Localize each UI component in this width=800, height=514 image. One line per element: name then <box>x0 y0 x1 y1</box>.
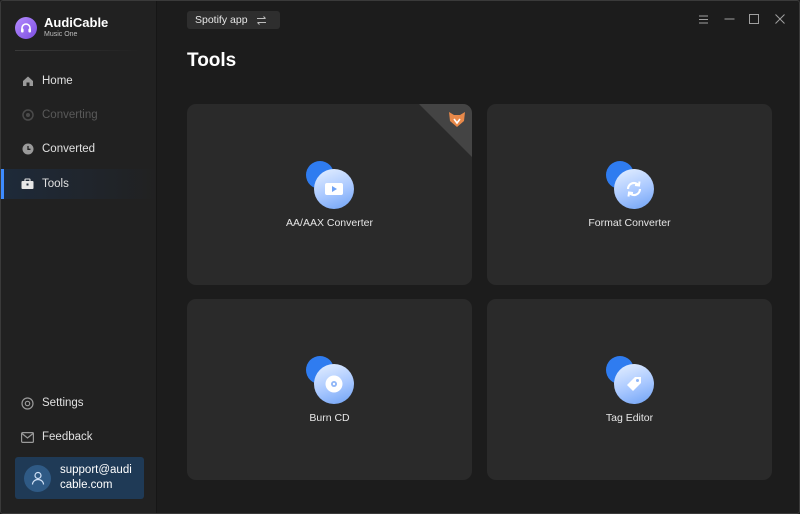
home-icon <box>21 75 34 88</box>
refresh-icon <box>606 161 656 211</box>
page-title: Tools <box>187 50 237 71</box>
source-switch-button[interactable]: Spotify app <box>187 11 280 29</box>
sidebar-item-label: Home <box>42 75 73 87</box>
tool-card-format-converter[interactable]: Format Converter <box>487 104 772 285</box>
account-email: support@audicable.com <box>60 464 132 491</box>
sidebar-item-label: Settings <box>42 397 84 409</box>
tag-icon <box>606 356 656 406</box>
converting-icon <box>21 109 34 122</box>
mail-icon <box>21 431 34 444</box>
gear-icon <box>21 396 34 410</box>
menu-icon[interactable] <box>697 13 709 25</box>
tool-card-label: Burn CD <box>309 412 350 424</box>
sidebar-item-tools[interactable]: Tools <box>1 169 157 199</box>
avatar <box>24 464 51 492</box>
brand-subtitle: Music One <box>44 31 78 38</box>
app-window: AudiCable Music One Home Converting Conv… <box>0 0 800 514</box>
swap-icon <box>256 15 266 25</box>
tool-card-burn-cd[interactable]: Burn CD <box>187 299 472 480</box>
sidebar-item-label: Converted <box>42 143 96 155</box>
sidebar: AudiCable Music One Home Converting Conv… <box>1 1 157 513</box>
sidebar-item-label: Feedback <box>42 431 93 443</box>
tool-card-label: Tag Editor <box>605 412 654 424</box>
play-video-icon <box>306 161 356 211</box>
clock-icon <box>21 143 34 156</box>
disc-icon <box>306 356 356 406</box>
toolbox-icon <box>21 178 34 191</box>
headphones-logo-icon <box>15 16 37 39</box>
sidebar-item-feedback[interactable]: Feedback <box>1 422 157 452</box>
tool-card-tag-editor[interactable]: Tag Editor <box>487 299 772 480</box>
brand: AudiCable Music One <box>15 16 108 39</box>
sidebar-item-home[interactable]: Home <box>1 66 157 96</box>
brand-name: AudiCable <box>44 15 109 30</box>
sidebar-item-converted[interactable]: Converted <box>1 134 157 164</box>
minimize-icon[interactable] <box>723 13 735 25</box>
sidebar-item-label: Converting <box>42 109 98 121</box>
user-icon <box>31 471 44 485</box>
tool-card-label: Format Converter <box>588 217 671 229</box>
sidebar-item-converting[interactable]: Converting <box>1 100 157 130</box>
fox-badge-icon <box>449 112 465 127</box>
sidebar-item-label: Tools <box>42 178 69 190</box>
tool-card-label: AA/AAX Converter <box>286 217 373 229</box>
close-icon[interactable] <box>774 13 786 25</box>
tool-card-aa-aax-converter[interactable]: AA/AAX Converter <box>187 104 472 285</box>
divider <box>15 50 139 51</box>
maximize-icon[interactable] <box>748 13 760 25</box>
account-button[interactable]: support@audicable.com <box>15 457 144 499</box>
source-label: Spotify app <box>195 14 248 26</box>
sidebar-item-settings[interactable]: Settings <box>1 388 157 418</box>
